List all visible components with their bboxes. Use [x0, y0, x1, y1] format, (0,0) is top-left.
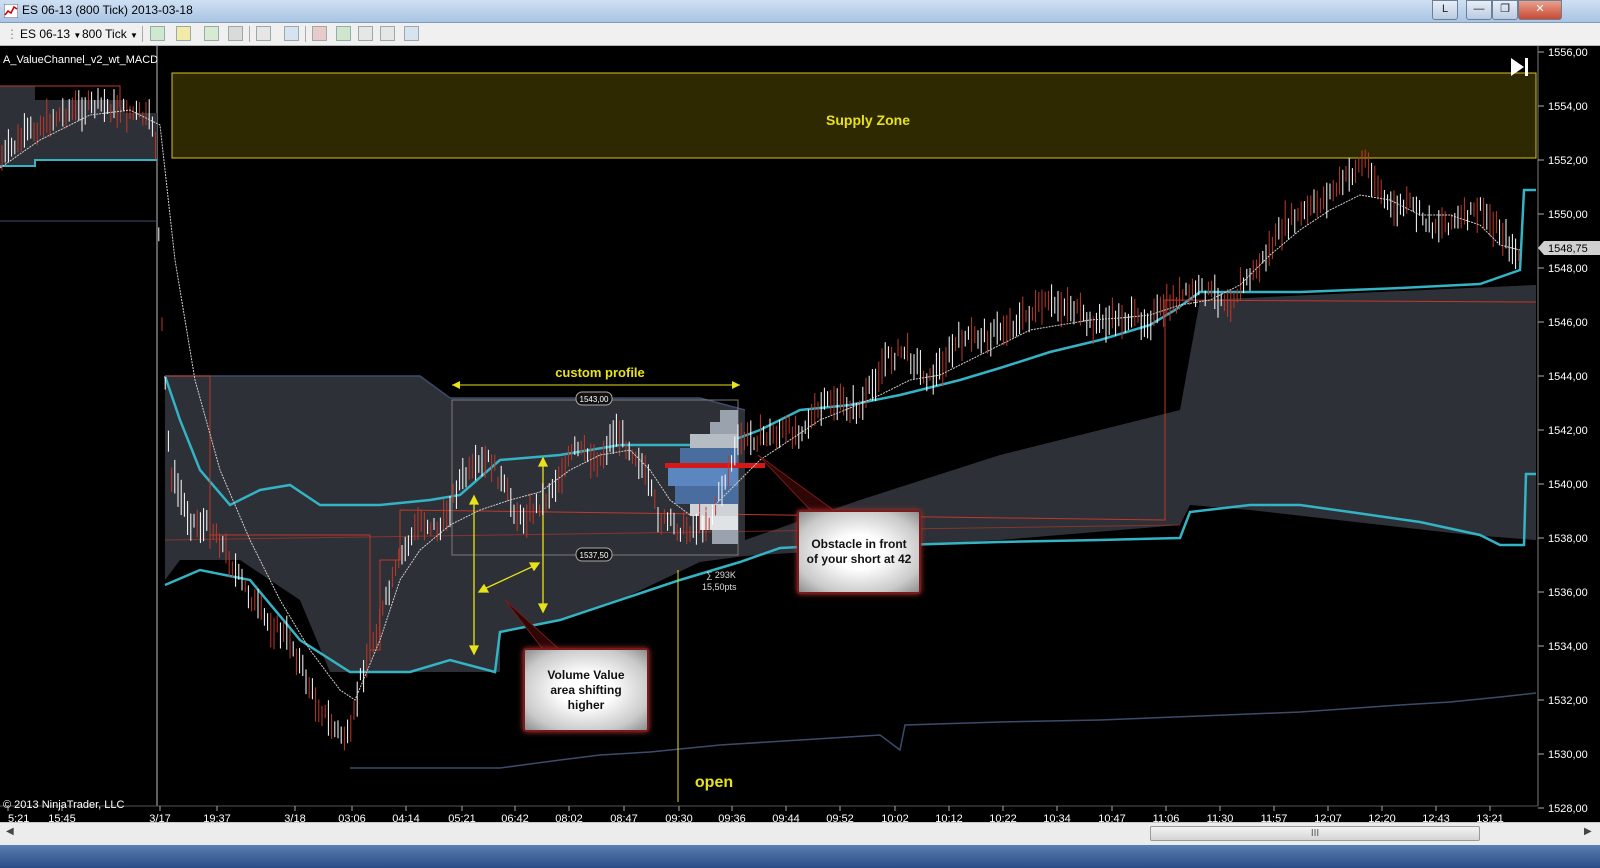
arrow-head-icon — [732, 381, 740, 389]
open-label: open — [695, 774, 733, 791]
window-title: ES 06-13 (800 Tick) 2013-03-18 — [22, 3, 193, 17]
price-axis-label: 1528,00 — [1548, 803, 1588, 815]
price-axis-label: 1542,00 — [1548, 425, 1588, 437]
indicator-label: A_ValueChannel_v2_wt_MACD — [3, 54, 158, 66]
chart-canvas: Supply Zone 1543,00 1537,50 ∑ 293K 15,50… — [0, 46, 1600, 825]
title-bar: ES 06-13 (800 Tick) 2013-03-18 L — ❐ ✕ — [0, 0, 1600, 23]
price-axis-label: 1536,00 — [1548, 587, 1588, 599]
toolbar-grip: ⋮ — [6, 27, 18, 41]
price-axis-label: 1550,00 — [1548, 209, 1588, 221]
obstacle-callout-text: Obstacle in front of your short at 42 — [806, 537, 912, 566]
time-axis-label: 09:44 — [772, 813, 800, 822]
obstacle-callout[interactable]: Obstacle in front of your short at 42 — [797, 510, 921, 594]
toolbar-divider — [249, 26, 250, 42]
scroll-right-icon[interactable]: ▶ — [1584, 826, 1592, 837]
toolbar-divider — [142, 26, 143, 42]
time-axis-label: 10:34 — [1043, 813, 1071, 822]
time-axis-label: 5:21 — [8, 813, 29, 822]
chart-toolbar: ⋮ ES 06-13 ▼ 800 Tick ▼ — [0, 23, 1600, 46]
time-axis-label: 09:52 — [826, 813, 854, 822]
app-chart-icon — [4, 4, 18, 18]
interval-selector[interactable]: 800 Tick ▼ — [82, 26, 138, 42]
price-axis-label: 1540,00 — [1548, 479, 1588, 491]
profile-low-label: 1537,50 — [580, 551, 609, 560]
instrument-selector[interactable]: ES 06-13 ▼ — [20, 26, 81, 42]
price-axis[interactable]: 1556,00 1554,00 1552,00 1550,00 1548,00 1546,… — [1538, 47, 1588, 815]
copyright-label: © 2013 NinjaTrader, LLC — [3, 799, 124, 811]
cursor-icon[interactable] — [256, 26, 271, 41]
volume-value-callout[interactable]: Volume Value area shifting higher — [523, 648, 649, 732]
poc-marker — [665, 463, 765, 468]
time-axis-label: 04:14 — [392, 813, 420, 822]
toolbar-divider — [305, 26, 306, 42]
horizontal-scrollbar[interactable]: ◀ III ▶ — [0, 822, 1600, 845]
time-axis-label: 12:07 — [1314, 813, 1342, 822]
price-axis-label: 1554,00 — [1548, 101, 1588, 113]
chart-trader-icon[interactable] — [312, 26, 327, 41]
minimize-button[interactable]: — — [1466, 0, 1492, 20]
custom-profile-label: custom profile — [555, 365, 645, 380]
profile-high-label: 1543,00 — [580, 395, 609, 404]
print-icon[interactable] — [380, 26, 395, 41]
maximize-button[interactable]: ❐ — [1492, 0, 1518, 20]
properties-icon[interactable] — [358, 26, 373, 41]
time-axis-label: 13:21 — [1476, 813, 1504, 822]
time-axis-label: 10:47 — [1098, 813, 1126, 822]
time-axis-label: 10:22 — [989, 813, 1017, 822]
time-axis-label: 03:06 — [338, 813, 366, 822]
price-axis-label: 1538,00 — [1548, 533, 1588, 545]
time-axis[interactable]: 5:21 15:45 3/17 19:37 3/18 03:06 04:14 05:21 06:… — [0, 805, 1538, 825]
price-axis-label: 1552,00 — [1548, 155, 1588, 167]
zoom-icon[interactable] — [284, 26, 299, 41]
time-axis-label: 12:43 — [1422, 813, 1450, 822]
taskbar — [0, 845, 1600, 868]
data-box-icon[interactable] — [336, 26, 351, 41]
price-axis-label: 1530,00 — [1548, 749, 1588, 761]
layout-button[interactable]: L — [1432, 0, 1458, 20]
time-axis-label: 06:42 — [501, 813, 529, 822]
price-axis-label: 1556,00 — [1548, 47, 1588, 59]
last-price-pointer — [1538, 241, 1544, 255]
price-axis-label: 1534,00 — [1548, 641, 1588, 653]
instrument-label: ES 06-13 — [20, 27, 71, 41]
time-axis-label: 09:36 — [718, 813, 746, 822]
time-axis-label: 11:57 — [1261, 813, 1288, 822]
draw-tool-icon[interactable] — [176, 26, 191, 41]
callout-pointer — [757, 454, 838, 519]
interval-label: 800 Tick — [82, 27, 127, 41]
scroll-left-icon[interactable]: ◀ — [6, 826, 14, 837]
bar-style-icon[interactable] — [150, 26, 165, 41]
time-axis-label: 15:45 — [48, 813, 76, 822]
time-axis-label: 11:06 — [1153, 813, 1180, 822]
last-price-label: 1548,75 — [1548, 243, 1588, 255]
add-indicator-icon[interactable] — [204, 26, 219, 41]
supply-zone-label: Supply Zone — [826, 112, 910, 128]
chevron-down-icon: ▼ — [73, 31, 82, 40]
time-axis-label: 3/18 — [284, 813, 305, 822]
price-axis-label: 1544,00 — [1548, 371, 1588, 383]
time-axis-label: 08:02 — [555, 813, 583, 822]
time-axis-label: 11:30 — [1207, 813, 1234, 822]
time-axis-label: 12:20 — [1368, 813, 1396, 822]
price-chart[interactable]: Supply Zone 1543,00 1537,50 ∑ 293K 15,50… — [0, 46, 1600, 825]
price-axis-label: 1548,00 — [1548, 263, 1588, 275]
scrollbar-thumb[interactable]: III — [1150, 826, 1480, 841]
arrow-head-icon — [452, 381, 460, 389]
price-axis-label: 1546,00 — [1548, 317, 1588, 329]
profile-volume-label: ∑ 293K — [706, 570, 736, 580]
time-axis-label: 10:12 — [935, 813, 963, 822]
time-axis-label: 08:47 — [610, 813, 638, 822]
time-axis-label: 3/17 — [149, 813, 170, 822]
time-axis-label: 09:30 — [665, 813, 693, 822]
volume-value-callout-text: Volume Value area shifting higher — [547, 667, 625, 712]
panel-icon[interactable] — [404, 26, 419, 41]
time-axis-label: 10:02 — [881, 813, 909, 822]
profile-range-label: 15,50pts — [702, 582, 737, 592]
close-button[interactable]: ✕ — [1518, 0, 1562, 20]
strategy-icon[interactable] — [228, 26, 243, 41]
time-axis-label: 05:21 — [448, 813, 476, 822]
chevron-down-icon: ▼ — [130, 31, 138, 40]
time-axis-label: 19:37 — [203, 813, 231, 822]
price-axis-label: 1532,00 — [1548, 695, 1588, 707]
